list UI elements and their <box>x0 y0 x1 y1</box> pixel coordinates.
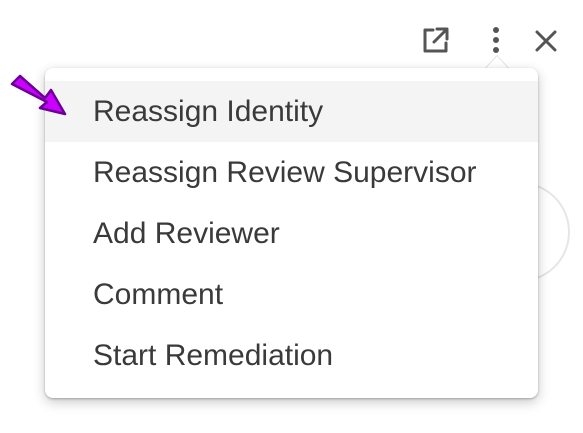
menu-caret <box>485 55 509 68</box>
stage: Reassign Identity Reassign Review Superv… <box>0 0 583 433</box>
actions-dropdown-menu: Reassign Identity Reassign Review Superv… <box>45 68 538 398</box>
menu-item-reassign-identity[interactable]: Reassign Identity <box>45 81 538 142</box>
annotation-arrow-icon <box>8 70 70 120</box>
menu-list: Reassign Identity Reassign Review Superv… <box>45 81 538 386</box>
menu-item-reassign-review-supervisor[interactable]: Reassign Review Supervisor <box>45 142 538 203</box>
menu-item-start-remediation[interactable]: Start Remediation <box>45 325 538 386</box>
menu-item-comment[interactable]: Comment <box>45 264 538 325</box>
external-link-icon[interactable] <box>418 22 454 58</box>
close-icon[interactable] <box>530 25 562 57</box>
menu-item-add-reviewer[interactable]: Add Reviewer <box>45 203 538 264</box>
